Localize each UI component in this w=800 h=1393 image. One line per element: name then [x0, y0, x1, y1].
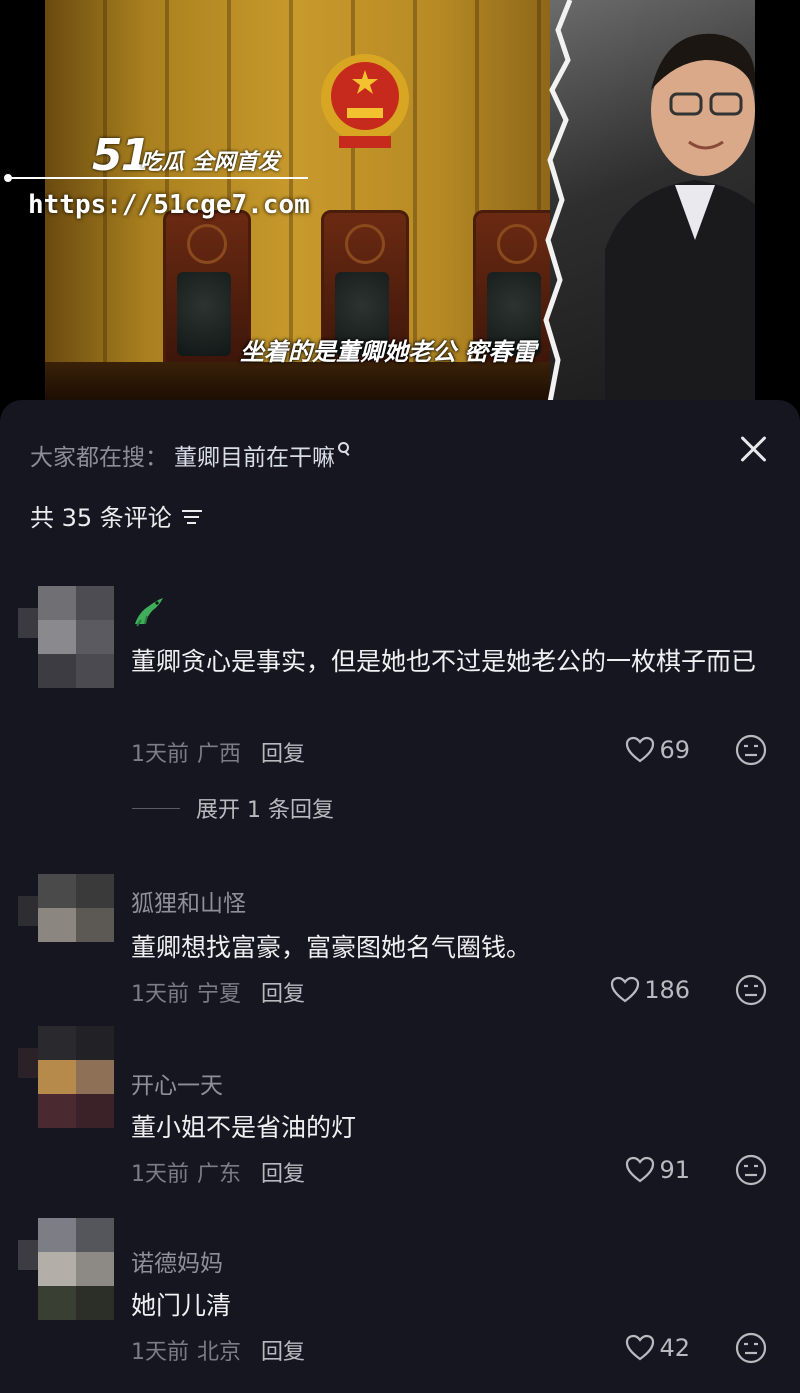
like-count: 91: [659, 1156, 690, 1184]
comment-username[interactable]: 开心一天: [131, 1066, 223, 1100]
like-button[interactable]: 42: [625, 1334, 690, 1362]
trending-search[interactable]: 大家都在搜： 董卿目前在干嘛: [30, 438, 349, 472]
comment-count[interactable]: 共 35 条评论: [30, 498, 204, 533]
avatar[interactable]: [18, 1026, 114, 1128]
judge-chair-left: [155, 210, 253, 380]
like-count: 42: [659, 1334, 690, 1362]
like-button[interactable]: 91: [625, 1156, 690, 1184]
comment-location: 宁夏: [197, 982, 242, 1007]
comment-time: 1天前: [131, 982, 189, 1007]
like-count: 186: [644, 976, 690, 1004]
comment-meta: 1天前 北京 回复: [131, 1334, 305, 1366]
person-photo: [605, 33, 755, 402]
watermark-url: https://51cge7.com: [28, 190, 310, 220]
comment-username[interactable]: 狐狸和山怪: [131, 884, 246, 918]
comment-location: 广西: [197, 742, 242, 767]
dislike-face-icon[interactable]: [735, 1332, 767, 1364]
comment-text: 她门儿清: [131, 1291, 232, 1320]
comment-time: 1天前: [131, 742, 189, 767]
expand-replies-label: 展开 1 条回复: [196, 798, 334, 823]
reply-button[interactable]: 回复: [261, 1162, 305, 1187]
heart-icon: [611, 976, 640, 1003]
crocodile-icon: [135, 598, 163, 627]
comment-location: 北京: [197, 1340, 242, 1365]
comment-meta: 1天前 广西 回复: [131, 736, 305, 768]
sort-icon[interactable]: [181, 507, 204, 525]
torn-paper-edge: [543, 0, 573, 402]
courtroom-desk: [45, 362, 605, 402]
comment-meta: 1天前 宁夏 回复: [131, 976, 305, 1008]
heart-icon: [626, 1156, 655, 1183]
video-player[interactable]: 51 吃瓜 全网首发 https://51cge7.com 坐着的是董卿她老公 …: [0, 0, 800, 420]
comment-time: 1天前: [131, 1162, 189, 1187]
avatar[interactable]: [18, 874, 114, 974]
close-button[interactable]: [732, 428, 774, 470]
national-emblem-icon: [321, 54, 409, 148]
heart-icon: [626, 1334, 655, 1361]
avatar[interactable]: [18, 586, 114, 688]
dislike-face-icon[interactable]: [735, 974, 767, 1006]
reply-button[interactable]: 回复: [261, 982, 305, 1007]
expand-replies-button[interactable]: 展开 1 条回复: [132, 792, 334, 824]
comment-location: 广东: [197, 1162, 242, 1187]
comments-sheet: 大家都在搜： 董卿目前在干嘛 共 35 条评论 董卿贪心是事实，但是她也不过是她…: [0, 400, 800, 1393]
watermark-logo-text: 吃瓜 全网首发: [140, 150, 280, 175]
reply-button[interactable]: 回复: [261, 742, 305, 767]
video-caption: 坐着的是董卿她老公 密春雷: [240, 338, 537, 366]
heart-icon: [626, 736, 655, 763]
trending-search-term[interactable]: 董卿目前在干嘛: [174, 438, 335, 472]
comment-meta: 1天前 广东 回复: [131, 1156, 305, 1188]
reply-button[interactable]: 回复: [261, 1340, 305, 1365]
dislike-face-icon[interactable]: [735, 734, 767, 766]
comment-text: 董卿想找富豪，富豪图她名气圈钱。: [131, 933, 532, 962]
comment-text: 董卿贪心是事实，但是她也不过是她老公的一枚棋子而已: [131, 647, 757, 676]
watermark-underline: [8, 177, 308, 179]
like-button[interactable]: 186: [610, 976, 690, 1004]
trending-search-prefix: 大家都在搜：: [30, 445, 168, 471]
avatar[interactable]: [18, 1218, 114, 1320]
expand-divider: [132, 807, 180, 809]
like-button[interactable]: 69: [625, 736, 690, 764]
comment-count-label: 共 35 条评论: [30, 504, 172, 532]
dislike-face-icon[interactable]: [735, 1154, 767, 1186]
search-icon: [338, 441, 349, 453]
comment-time: 1天前: [131, 1340, 189, 1365]
comment-username[interactable]: 诺德妈妈: [131, 1244, 223, 1278]
comment-text: 董小姐不是省油的灯: [131, 1113, 357, 1142]
like-count: 69: [659, 736, 690, 764]
